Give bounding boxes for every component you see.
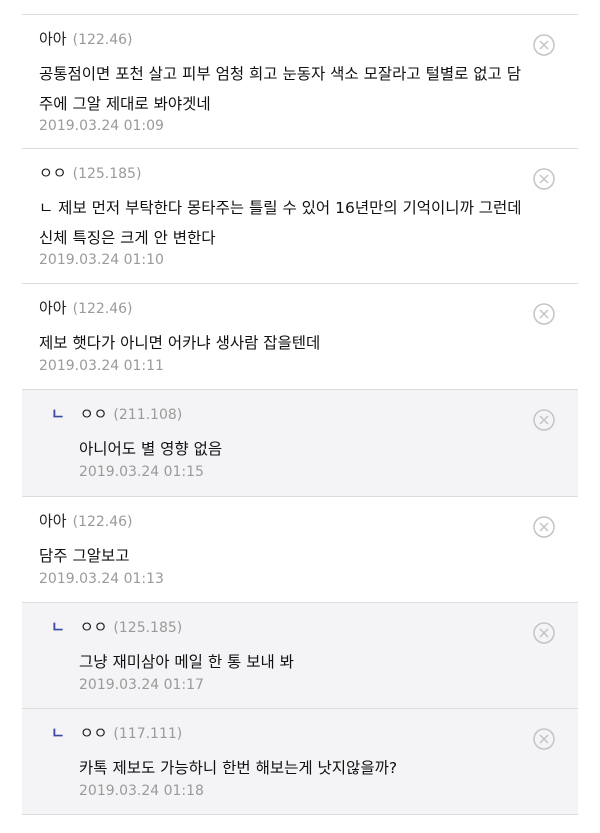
reply-arrow-icon: ㄴ	[51, 724, 65, 742]
comment-ip: (122.46)	[72, 514, 133, 530]
delete-button[interactable]	[532, 302, 556, 326]
delete-button[interactable]	[532, 167, 556, 191]
comment-header: ㄴㅇㅇ (125.185)	[51, 617, 182, 638]
comment-author[interactable]: ㅇㅇ	[39, 164, 67, 182]
comment-text: 제보 햇다가 아니면 어카냐 생사람 잡을텐데	[39, 334, 321, 352]
circle-x-icon	[533, 409, 555, 431]
comment-timestamp: 2019.03.24 01:10	[39, 252, 164, 268]
comment-text: 카톡 제보도 가능하니 한번 해보는게 낫지않을까?	[79, 759, 398, 777]
reply-item: ㄴㅇㅇ (125.185) 그냥 재미삼아 메일 한 통 보내 봐 2019.03…	[22, 603, 578, 709]
comment-text: 공통점이면 포천 살고 피부 엄청 희고 눈동자 색소 모잘라고 털별로 없고 …	[39, 65, 521, 113]
circle-x-icon	[533, 34, 555, 56]
comment-header: ㄴㅇㅇ (211.108)	[51, 404, 182, 425]
delete-button[interactable]	[532, 33, 556, 57]
reply-arrow-icon: ㄴ	[51, 405, 65, 423]
delete-button[interactable]	[532, 408, 556, 432]
comment-ip: (122.46)	[72, 301, 133, 317]
comment-header: 아아 (122.46)	[39, 29, 133, 50]
comment-ip: (211.108)	[113, 407, 183, 423]
comment-item: 아아 (122.46) 공통점이면 포천 살고 피부 엄청 희고 눈동자 색소 모…	[22, 15, 578, 149]
circle-x-icon	[533, 622, 555, 644]
comment-text: 아니어도 별 영향 없음	[79, 440, 223, 458]
comment-author[interactable]: 아아	[39, 512, 67, 530]
comment-author[interactable]: ㅇㅇ	[80, 405, 108, 423]
circle-x-icon	[533, 168, 555, 190]
comment-item: 아아 (122.46) 담주 그알보고 2019.03.24 01:13	[22, 497, 578, 603]
comment-item: 아아 (122.46) 제보 햇다가 아니면 어카냐 생사람 잡을텐데 2019.…	[22, 284, 578, 390]
comment-timestamp: 2019.03.24 01:18	[79, 783, 204, 799]
comment-author[interactable]: ㅇㅇ	[80, 618, 108, 636]
comment-header: 아아 (122.46)	[39, 298, 133, 319]
comment-timestamp: 2019.03.24 01:13	[39, 571, 164, 587]
comment-item: ㅇㅇ (125.185) ㄴ 제보 먼저 부탁한다 몽타주는 틀릴 수 있어 16…	[22, 149, 578, 284]
circle-x-icon	[533, 728, 555, 750]
reply-item: ㄴㅇㅇ (211.108) 아니어도 별 영향 없음 2019.03.24 01:…	[22, 390, 578, 497]
reply-arrow-icon: ㄴ	[51, 618, 65, 636]
comment-ip: (122.46)	[72, 32, 133, 48]
comment-text: 담주 그알보고	[39, 547, 130, 565]
comment-header: 아아 (122.46)	[39, 511, 133, 532]
comment-author[interactable]: ㅇㅇ	[80, 724, 108, 742]
comment-text: ㄴ 제보 먼저 부탁한다 몽타주는 틀릴 수 있어 16년만의 기억이니까 그런…	[39, 199, 522, 247]
comment-author[interactable]: 아아	[39, 299, 67, 317]
comment-timestamp: 2019.03.24 01:15	[79, 464, 204, 480]
comment-timestamp: 2019.03.24 01:09	[39, 118, 164, 134]
comment-ip: (117.111)	[113, 726, 183, 742]
comment-timestamp: 2019.03.24 01:17	[79, 677, 204, 693]
reply-item: ㄴㅇㅇ (117.111) 카톡 제보도 가능하니 한번 해보는게 낫지않을까? …	[22, 709, 578, 815]
delete-button[interactable]	[532, 727, 556, 751]
comment-header: ㄴㅇㅇ (117.111)	[51, 723, 182, 744]
comment-author[interactable]: 아아	[39, 30, 67, 48]
delete-button[interactable]	[532, 515, 556, 539]
comment-ip: (125.185)	[113, 620, 183, 636]
comment-timestamp: 2019.03.24 01:11	[39, 358, 164, 374]
comment-list: 아아 (122.46) 공통점이면 포천 살고 피부 엄청 희고 눈동자 색소 모…	[0, 0, 600, 833]
comment-text: 그냥 재미삼아 메일 한 통 보내 봐	[79, 653, 294, 671]
comment-ip: (125.185)	[72, 166, 142, 182]
circle-x-icon	[533, 516, 555, 538]
delete-button[interactable]	[532, 621, 556, 645]
comment-header: ㅇㅇ (125.185)	[39, 163, 141, 184]
circle-x-icon	[533, 303, 555, 325]
